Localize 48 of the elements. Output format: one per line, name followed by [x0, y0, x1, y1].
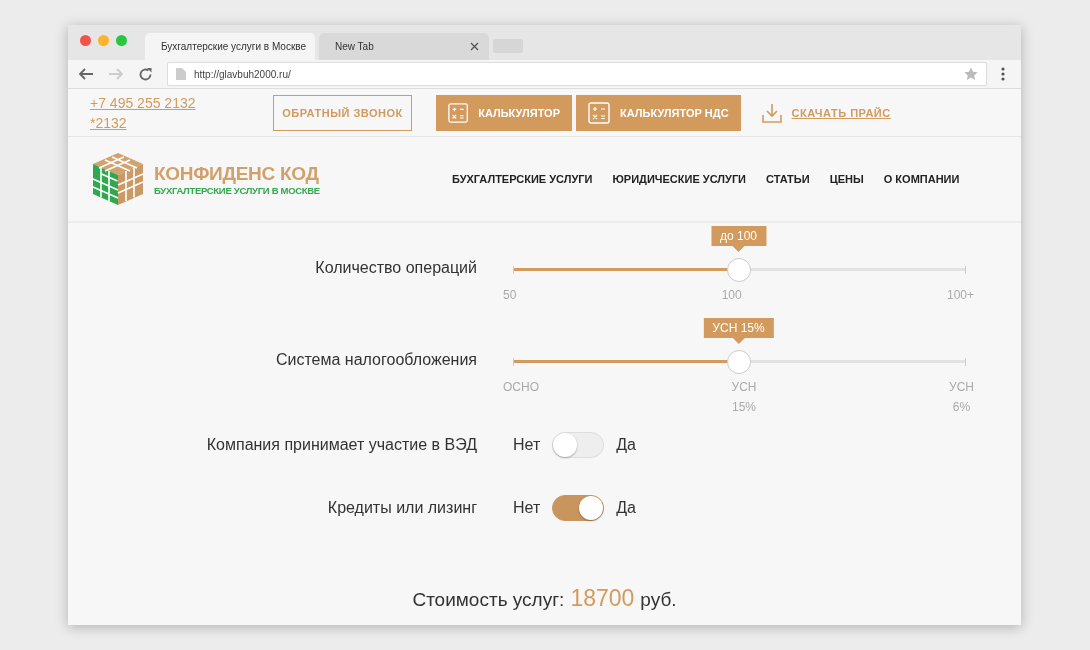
- nav-link[interactable]: ЦЕНЫ: [829, 173, 864, 185]
- on-label: Да: [616, 435, 636, 454]
- toggle-label: Кредиты или лизинг: [326, 498, 477, 517]
- slider-label: Система налогообложения: [274, 351, 477, 369]
- calculator-icon: [448, 101, 469, 124]
- nav-link[interactable]: ЮРИДИЧЕСКИЕ УСЛУГИ: [612, 173, 747, 185]
- value-tooltip: УСН 15%: [703, 318, 774, 344]
- logo-subtitle: БУХГАЛТЕРСКИЕ УСЛУГИ В МОСКВЕ: [154, 184, 320, 196]
- toggle-switch[interactable]: [552, 494, 605, 521]
- forward-arrow-icon[interactable]: [108, 67, 124, 81]
- nav-link[interactable]: СТАТЬИ: [766, 173, 810, 185]
- minimize-window-icon[interactable]: [98, 35, 109, 46]
- off-label: Нет: [513, 498, 541, 517]
- tick-label: 6%: [952, 399, 971, 416]
- download-icon[interactable]: [760, 101, 783, 124]
- menu-icon[interactable]: [1001, 67, 1005, 81]
- total-value: 18700: [570, 585, 635, 612]
- tick-label: 15%: [732, 399, 757, 416]
- slider-label: Количество операций: [314, 259, 477, 277]
- tick-label: УСН: [949, 379, 974, 396]
- close-window-icon[interactable]: [80, 35, 91, 46]
- calculator-icon: [588, 101, 610, 124]
- nav-link[interactable]: О КОМПАНИИ: [883, 173, 960, 185]
- star-icon[interactable]: [964, 67, 978, 81]
- tick-label: УСН: [731, 379, 757, 396]
- tick-label: ОСНО: [503, 379, 539, 396]
- close-icon[interactable]: [470, 42, 479, 51]
- toggle-label: Компания принимает участие в ВЭД: [205, 435, 477, 454]
- off-label: Нет: [513, 435, 541, 454]
- slider-thumb[interactable]: [726, 350, 751, 374]
- slider-thumb[interactable]: [726, 258, 751, 282]
- on-label: Да: [616, 498, 636, 517]
- nav-link[interactable]: БУХГАЛТЕРСКИЕ УСЛУГИ: [452, 173, 593, 185]
- tick-label: 100+: [946, 287, 974, 304]
- tick-label: 100: [721, 287, 742, 304]
- currency-label: руб.: [640, 589, 677, 611]
- cube-logo-icon: [92, 152, 144, 206]
- tick-label: 50: [503, 287, 517, 304]
- page-icon: [176, 68, 186, 80]
- maximize-window-icon[interactable]: [116, 35, 127, 46]
- value-tooltip: до 100: [711, 226, 766, 252]
- browser-tab[interactable]: Бухгалтерские услуги в Москве: [145, 33, 315, 60]
- total-label: Стоимость услуг:: [412, 589, 565, 611]
- back-arrow-icon[interactable]: [78, 67, 94, 81]
- reload-icon[interactable]: [138, 66, 153, 82]
- address-bar[interactable]: http://glavbuh2000.ru/: [167, 62, 987, 86]
- logo-title: КОНФИДЕНС КОД: [154, 162, 320, 185]
- browser-tab[interactable]: New Tab: [319, 33, 489, 60]
